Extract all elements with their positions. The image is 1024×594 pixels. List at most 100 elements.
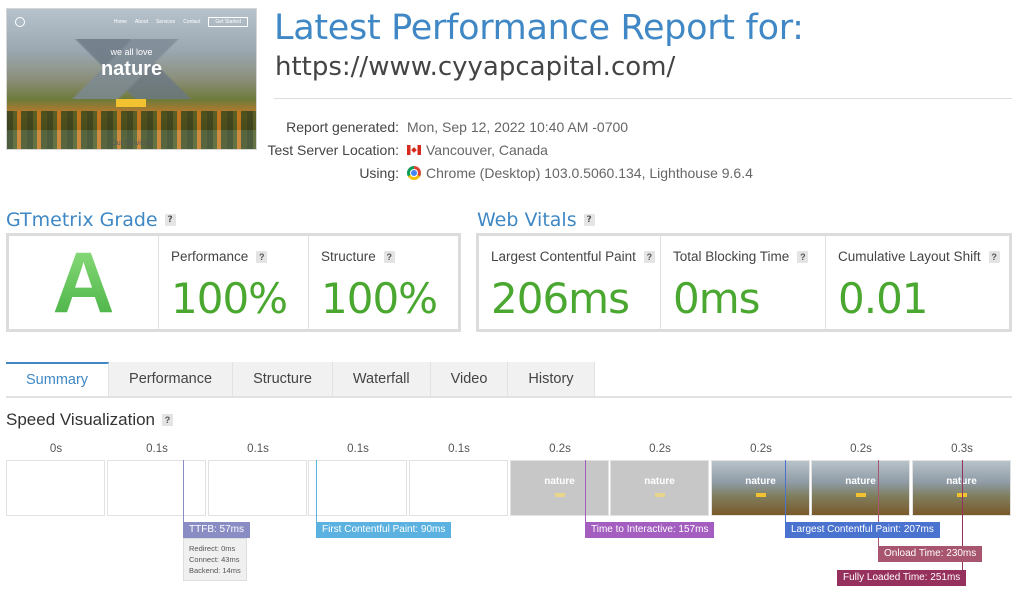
frame-time: 0.1s [347, 443, 369, 455]
ttfb-marker[interactable]: TTFB: 57ms [183, 522, 251, 538]
help-icon[interactable]: ? [256, 250, 268, 263]
filmstrip-frame[interactable]: 0.2s nature [811, 440, 911, 516]
page-title: Latest Performance Report for: [274, 8, 804, 48]
frame-image: nature [510, 460, 609, 516]
frame-text: nature [745, 476, 776, 487]
thumbnail-title: nature [100, 58, 163, 80]
onload-marker[interactable]: Onload Time: 230ms [878, 546, 983, 562]
frame-time: 0.1s [448, 443, 470, 455]
frame-time: 0.2s [649, 443, 671, 455]
report-generated-label: Report generated: [286, 118, 399, 135]
filmstrip-frame[interactable]: 0.1s [308, 440, 408, 516]
help-icon[interactable]: ? [988, 250, 1000, 263]
thumbnail-nav-item: Home [113, 19, 127, 25]
frame-button [756, 493, 766, 497]
tab-summary[interactable]: Summary [6, 362, 110, 396]
ttfb-redirect: Redirect: 0ms [189, 544, 236, 553]
fcp-marker-line [316, 460, 317, 522]
fcp-marker[interactable]: First Contentful Paint: 90ms [316, 522, 452, 538]
ttfb-backend: Backend: 14ms [189, 566, 241, 575]
report-generated-value: Mon, Sep 12, 2022 10:40 AM -0700 [407, 118, 629, 135]
filmstrip-frame[interactable]: 0.2s nature [510, 440, 610, 516]
thumbnail-footer: Our Services [111, 140, 152, 147]
thumbnail-logo-icon [15, 17, 25, 27]
performance-label: Performance [171, 249, 249, 264]
filmstrip-frame[interactable]: 0.1s [107, 440, 207, 516]
lcp-label: Largest Contentful Paint [491, 249, 636, 264]
frame-button [655, 493, 665, 497]
report-meta: Report generated: Mon, Sep 12, 2022 10:4… [240, 115, 840, 184]
filmstrip-frame[interactable]: 0.1s [208, 440, 308, 516]
filmstrip: 0s 0.1s 0.1s 0.1s 0.1s 0.2s nature 0.2s … [6, 440, 1012, 520]
performance-value: 100% [171, 274, 288, 323]
lcp-marker[interactable]: Largest Contentful Paint: 207ms [785, 522, 940, 538]
filmstrip-frame[interactable]: 0.2s nature [711, 440, 811, 516]
performance-metric: Performance ? 100% [159, 236, 309, 329]
help-icon[interactable]: ? [383, 250, 395, 263]
help-icon[interactable]: ? [164, 214, 176, 226]
grade-letter-cell: A [9, 236, 159, 329]
tti-marker[interactable]: Time to Interactive: 157ms [585, 522, 715, 538]
header-divider [274, 98, 1012, 99]
frame-text: nature [544, 476, 575, 487]
gtmetrix-grade-heading: GTmetrix Grade ? [6, 209, 176, 231]
frame-image: nature [711, 460, 810, 516]
cls-metric: Cumulative Layout Shift ? 0.01 [826, 236, 1009, 329]
frame-time: 0.3s [951, 443, 973, 455]
thumbnail-nav-cta: Get Started [208, 17, 248, 27]
tab-history[interactable]: History [508, 362, 595, 396]
frame-image [107, 460, 206, 516]
filmstrip-frame[interactable]: 0s [6, 440, 106, 516]
thumbnail-tagline: we all love [110, 47, 153, 57]
frame-image: nature [811, 460, 910, 516]
website-screenshot-thumbnail[interactable]: Home About Services Contact Get Started … [6, 8, 257, 150]
frame-image [409, 460, 508, 516]
frame-time: 0.2s [549, 443, 571, 455]
web-vitals-panel: Largest Contentful Paint ? 206ms Total B… [476, 233, 1012, 332]
help-icon[interactable]: ? [643, 250, 655, 263]
speed-visualization-heading: Speed Visualization ? [6, 410, 174, 430]
filmstrip-frame[interactable]: 0.2s nature [610, 440, 710, 516]
frame-image [308, 460, 407, 516]
frame-button [555, 493, 565, 497]
frame-image [6, 460, 105, 516]
filmstrip-frame[interactable]: 0.1s [409, 440, 509, 516]
ttfb-details: Redirect: 0ms Connect: 43ms Backend: 14m… [183, 538, 247, 581]
tab-structure[interactable]: Structure [233, 362, 333, 396]
frame-button [856, 493, 866, 497]
canada-flag-icon [407, 144, 421, 155]
tbt-value: 0ms [673, 274, 761, 323]
frame-time: 0.1s [146, 443, 168, 455]
frame-time: 0.2s [850, 443, 872, 455]
help-icon[interactable]: ? [797, 250, 809, 263]
frame-text: nature [644, 476, 675, 487]
tab-waterfall[interactable]: Waterfall [332, 362, 431, 396]
grade-letter: A [52, 234, 115, 331]
frame-image [208, 460, 307, 516]
thumbnail-button [116, 99, 146, 107]
help-icon[interactable]: ? [162, 414, 174, 426]
tab-video[interactable]: Video [430, 362, 509, 396]
thumbnail-nav-item: Services [156, 19, 176, 25]
using-label: Using: [359, 164, 399, 181]
speed-visualization-title: Speed Visualization [6, 410, 156, 429]
lcp-metric: Largest Contentful Paint ? 206ms [479, 236, 661, 329]
frame-time: 0s [49, 443, 63, 455]
gtmetrix-grade-title: GTmetrix Grade [6, 209, 158, 231]
help-icon[interactable]: ? [583, 214, 595, 226]
cls-label: Cumulative Layout Shift [838, 249, 981, 264]
frame-time: 0.1s [247, 443, 269, 455]
fully-loaded-marker[interactable]: Fully Loaded Time: 251ms [837, 570, 967, 586]
chrome-icon [407, 165, 421, 180]
tab-performance[interactable]: Performance [109, 362, 234, 396]
structure-value: 100% [321, 274, 438, 323]
cls-value: 0.01 [838, 274, 929, 323]
frame-time: 0.2s [750, 443, 772, 455]
gtmetrix-grade-panel: A Performance ? 100% Structure ? 100% [6, 233, 461, 332]
web-vitals-heading: Web Vitals ? [477, 209, 595, 231]
server-location-value: Vancouver, Canada [426, 141, 548, 158]
thumbnail-nav: Home About Services Contact Get Started [15, 17, 248, 27]
tbt-label: Total Blocking Time [673, 249, 790, 264]
ttfb-marker-line [183, 460, 184, 522]
report-url[interactable]: https://www.cyyapcapital.com/ [275, 52, 675, 82]
